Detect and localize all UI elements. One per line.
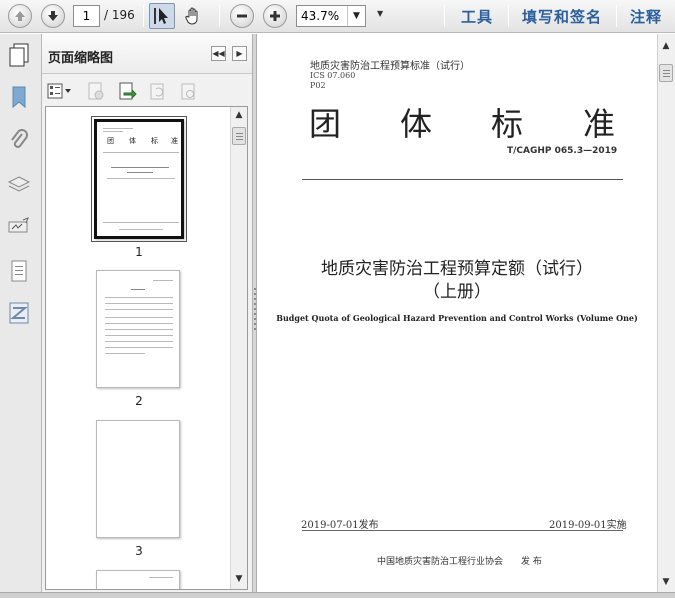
print-page-icon[interactable] [178,81,200,101]
doc-code: P02 [310,81,326,90]
page-thumbnail-4[interactable] [96,570,180,589]
doc-effective-date: 2019-09-01实施 [549,520,627,531]
thumb-title-text: 团 [107,137,121,145]
bookmark-icon[interactable] [6,84,32,110]
panel-options-icon[interactable]: ▶ [232,46,247,61]
minus-icon [237,14,247,18]
document-scrollbar[interactable]: ▲ ▼ [657,34,675,592]
page-thumbnail-3[interactable] [96,420,180,538]
scroll-down-icon[interactable]: ▼ [658,574,674,590]
chevron-down-icon[interactable]: ▼ [347,6,365,26]
fill-sign-link[interactable]: 填写和签名 [522,6,602,27]
panel-title: 页面缩略图 [48,51,114,66]
doc-ics: ICS 07.060 [310,71,356,80]
zoom-value: 43.7% [301,9,340,23]
top-toolbar: 1 / 196 43.7% ▼ ▼ 工具 填写和签名 注释 [0,0,675,33]
collapse-panel-icon[interactable]: ◀◀ [211,46,226,61]
doc-standard-number: T/CAGHP 065.3—2019 [507,146,618,156]
zoom-in-button[interactable] [263,4,287,28]
thumbnail-options-icon[interactable] [47,81,73,101]
navigation-icon-bar [0,34,42,592]
doc-publish-date: 2019-07-01发布 [301,520,379,531]
page-total: / 196 [104,8,135,22]
doc-organization: 中国地质灾害防治工程行业协会 发 布 [377,557,542,567]
doc-rule-top [302,179,623,180]
page-number-input[interactable]: 1 [73,5,100,27]
doc-header: 地质灾害防治工程预算标准（试行） [310,61,470,72]
tools-link[interactable]: 工具 [461,6,493,27]
thumbnail-label-1: 1 [135,245,143,259]
thumbnail-scrollbar[interactable]: ▲ ▼ [230,107,247,589]
page-thumbnails-icon[interactable] [6,42,32,68]
toolbar-more-icon[interactable]: ▼ [377,9,383,18]
document-page: 地质灾害防治工程预算标准（试行） ICS 07.060 P02 团 体 标 准 … [257,34,657,592]
plus-icon [270,11,280,21]
select-cursor-icon [154,8,168,24]
scrollbar-thumb[interactable] [659,64,673,82]
thumbnail-panel: 页面缩略图 ◀◀ ▶ 团 体 标 准 1 2 3 ▲ ▼ [42,34,252,592]
scroll-up-icon[interactable]: ▲ [231,107,247,123]
page-content-icon[interactable] [6,258,32,284]
panel-toolbar [42,75,252,105]
thumbnail-label-3: 3 [135,544,143,558]
scroll-up-icon[interactable]: ▲ [658,38,674,54]
arrow-down-icon [48,11,58,21]
extract-page-icon[interactable] [116,81,138,101]
prev-page-button[interactable] [8,4,32,28]
doc-title: 地质灾害防治工程预算定额（试行） [321,259,593,279]
doc-subtitle: （上册） [423,282,491,302]
layers-icon[interactable] [6,172,32,198]
doc-english-title: Budget Quota of Geological Hazard Preven… [276,313,638,323]
hand-tool-button[interactable] [181,3,207,29]
toolbar-separator [444,5,445,27]
select-tool-button[interactable] [149,3,175,29]
doc-rule-bottom [302,530,623,531]
page-thumbnail-2[interactable] [96,270,180,388]
thumbnail-label-2: 2 [135,394,143,408]
next-page-button[interactable] [41,4,65,28]
comment-link[interactable]: 注释 [630,6,662,27]
doc-big-char-1: 团 [309,105,342,143]
doc-big-char-3: 标 [491,105,524,143]
toolbar-separator [219,5,220,27]
scroll-down-icon[interactable]: ▼ [231,571,247,587]
zoom-select[interactable]: 43.7% ▼ [296,5,366,27]
hand-icon [185,7,198,25]
delete-page-icon[interactable] [85,81,107,101]
panel-header: 页面缩略图 ◀◀ ▶ [42,34,252,74]
attachment-icon[interactable] [6,128,32,154]
bottom-edge [0,592,675,598]
zoom-out-button[interactable] [230,4,254,28]
compare-icon[interactable] [6,300,32,326]
toolbar-separator [508,5,509,27]
signature-icon[interactable] [6,214,32,240]
doc-big-char-4: 准 [583,105,616,143]
arrow-up-icon [15,11,25,21]
scrollbar-thumb[interactable] [232,127,246,145]
page-thumbnail-1[interactable]: 团 体 标 准 [91,116,187,242]
rotate-page-icon[interactable] [147,81,169,101]
toolbar-separator [143,5,144,27]
document-view[interactable]: 地质灾害防治工程预算标准（试行） ICS 07.060 P02 团 体 标 准 … [257,34,657,592]
toolbar-separator [616,5,617,27]
thumbnail-list: 团 体 标 准 1 2 3 ▲ ▼ [45,106,248,590]
doc-big-char-2: 体 [400,105,433,143]
